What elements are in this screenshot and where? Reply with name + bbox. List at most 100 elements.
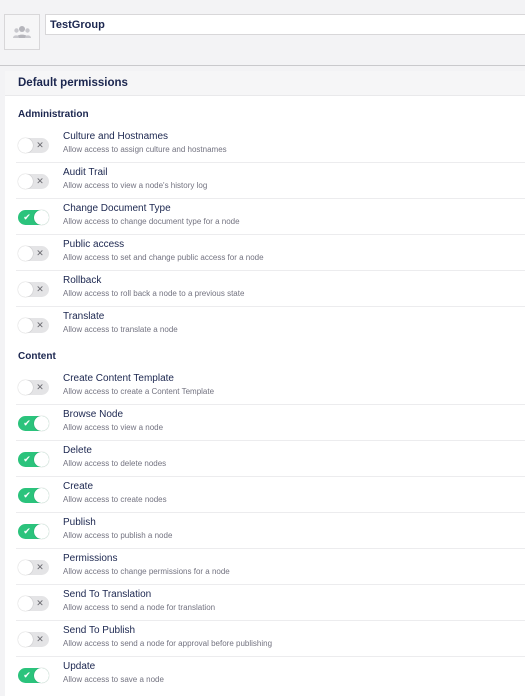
group-header — [0, 0, 525, 66]
toggle-knob — [34, 668, 49, 683]
toggle-knob — [34, 452, 49, 467]
toggle-knob — [18, 282, 33, 297]
toggle-knob — [18, 632, 33, 647]
permission-row-update: ✔ Update Allow access to save a node — [16, 657, 525, 693]
permission-row-publish: ✔ Publish Allow access to publish a node — [16, 513, 525, 549]
permission-row-change-document-type: ✔ Change Document Type Allow access to cha… — [16, 199, 525, 235]
permission-description: Allow access to send a node for translat… — [63, 603, 216, 612]
section-title-content: Content — [18, 351, 56, 362]
toggle-public-access[interactable]: ✕ — [18, 246, 49, 261]
permission-description: Allow access to view a node — [63, 423, 164, 432]
toggle-knob — [18, 174, 33, 189]
users-icon — [13, 26, 31, 38]
permission-row-send-to-publish: ✕ Send To Publish Allow access to send a n… — [16, 621, 525, 657]
toggle-knob — [34, 416, 49, 431]
permission-description: Allow access to roll back a node to a pr… — [63, 289, 245, 298]
permission-name: Culture and Hostnames — [63, 131, 169, 142]
toggle-create-content-template[interactable]: ✕ — [18, 380, 49, 395]
toggle-knob — [18, 380, 33, 395]
content-permission-list: ✕ Create Content Template Allow access to … — [5, 369, 525, 693]
permission-name: Public access — [63, 239, 125, 250]
permission-name: Rollback — [63, 275, 102, 286]
toggle-change-document-type[interactable]: ✔ — [18, 210, 49, 225]
permission-name: Create Content Template — [63, 373, 174, 384]
x-icon: ✕ — [36, 320, 44, 330]
check-icon: ✔ — [23, 212, 31, 222]
toggle-send-to-translation[interactable]: ✕ — [18, 596, 49, 611]
check-icon: ✔ — [23, 490, 31, 500]
toggle-knob — [34, 210, 49, 225]
permission-row-translate: ✕ Translate Allow access to translate a no… — [16, 307, 525, 343]
permission-name: Update — [63, 661, 96, 672]
permissions-panel: Default permissions Administration ✕ Cult… — [5, 71, 525, 696]
group-avatar[interactable] — [4, 14, 40, 50]
panel-title: Default permissions — [5, 71, 525, 96]
toggle-audit-trail[interactable]: ✕ — [18, 174, 49, 189]
permission-name: Browse Node — [63, 409, 124, 420]
group-name-input[interactable] — [45, 14, 525, 35]
administration-permission-list: ✕ Culture and Hostnames Allow access to as… — [5, 127, 525, 343]
toggle-browse-node[interactable]: ✔ — [18, 416, 49, 431]
x-icon: ✕ — [36, 248, 44, 258]
toggle-culture-and-hostnames[interactable]: ✕ — [18, 138, 49, 153]
permission-row-create-content-template: ✕ Create Content Template Allow access to … — [16, 369, 525, 405]
permission-description: Allow access to change permissions for a… — [63, 567, 230, 576]
toggle-knob — [18, 138, 33, 153]
permission-description: Allow access to assign culture and hostn… — [63, 145, 227, 154]
header-divider — [0, 65, 525, 66]
toggle-send-to-publish[interactable]: ✕ — [18, 632, 49, 647]
permission-name: Send To Translation — [63, 589, 152, 600]
toggle-update[interactable]: ✔ — [18, 668, 49, 683]
permission-name: Audit Trail — [63, 167, 108, 178]
toggle-create[interactable]: ✔ — [18, 488, 49, 503]
x-icon: ✕ — [36, 284, 44, 294]
toggle-permissions[interactable]: ✕ — [18, 560, 49, 575]
permission-row-browse-node: ✔ Browse Node Allow access to view a node — [16, 405, 525, 441]
toggle-knob — [34, 488, 49, 503]
permission-name: Send To Publish — [63, 625, 136, 636]
permission-row-permissions: ✕ Permissions Allow access to change permi… — [16, 549, 525, 585]
permission-description: Allow access to save a node — [63, 675, 164, 684]
permission-name: Change Document Type — [63, 203, 171, 214]
toggle-knob — [18, 560, 33, 575]
permission-name: Create — [63, 481, 94, 492]
section-title-administration: Administration — [18, 109, 89, 120]
x-icon: ✕ — [36, 382, 44, 392]
toggle-translate[interactable]: ✕ — [18, 318, 49, 333]
permission-description: Allow access to translate a node — [63, 325, 178, 334]
permission-description: Allow access to publish a node — [63, 531, 173, 540]
permission-description: Allow access to create nodes — [63, 495, 167, 504]
check-icon: ✔ — [23, 454, 31, 464]
x-icon: ✕ — [36, 176, 44, 186]
permission-row-rollback: ✕ Rollback Allow access to roll back a nod… — [16, 271, 525, 307]
permission-description: Allow access to send a node for approval… — [63, 639, 273, 648]
permission-description: Allow access to change document type for… — [63, 217, 240, 226]
permission-row-culture-and-hostnames: ✕ Culture and Hostnames Allow access to as… — [16, 127, 525, 163]
permission-row-send-to-translation: ✕ Send To Translation Allow access to send… — [16, 585, 525, 621]
toggle-rollback[interactable]: ✕ — [18, 282, 49, 297]
permission-description: Allow access to view a node's history lo… — [63, 181, 208, 190]
toggle-delete[interactable]: ✔ — [18, 452, 49, 467]
x-icon: ✕ — [36, 562, 44, 572]
permission-row-create: ✔ Create Allow access to create nodes — [16, 477, 525, 513]
x-icon: ✕ — [36, 634, 44, 644]
check-icon: ✔ — [23, 526, 31, 536]
permission-row-delete: ✔ Delete Allow access to delete nodes — [16, 441, 525, 477]
permission-description: Allow access to create a Content Templat… — [63, 387, 215, 396]
permission-description: Allow access to set and change public ac… — [63, 253, 264, 262]
toggle-knob — [34, 524, 49, 539]
toggle-publish[interactable]: ✔ — [18, 524, 49, 539]
toggle-knob — [18, 246, 33, 261]
permission-description: Allow access to delete nodes — [63, 459, 167, 468]
permission-name: Delete — [63, 445, 92, 456]
check-icon: ✔ — [23, 670, 31, 680]
permission-row-audit-trail: ✕ Audit Trail Allow access to view a node'… — [16, 163, 525, 199]
permission-row-public-access: ✕ Public access Allow access to set and ch… — [16, 235, 525, 271]
x-icon: ✕ — [36, 598, 44, 608]
toggle-knob — [18, 596, 33, 611]
permission-name: Publish — [63, 517, 96, 528]
permission-name: Permissions — [63, 553, 118, 564]
toggle-knob — [18, 318, 33, 333]
x-icon: ✕ — [36, 140, 44, 150]
permission-name: Translate — [63, 311, 105, 322]
